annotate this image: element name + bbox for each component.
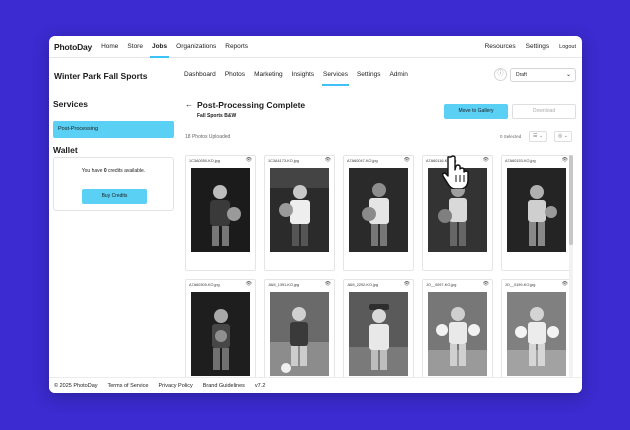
grid-scrollbar[interactable] xyxy=(569,155,573,377)
eye-icon[interactable]: 👁 xyxy=(325,157,331,163)
nav-logout[interactable]: Logout xyxy=(559,44,576,50)
photo-filename: A7A60047-KO.jpg xyxy=(347,159,378,163)
tab-admin[interactable]: Admin xyxy=(389,71,407,78)
photo-thumbnail xyxy=(507,168,566,252)
eye-icon[interactable]: 👁 xyxy=(246,281,252,287)
app-window: PhotoDay Home Store Jobs Organizations R… xyxy=(49,36,582,393)
eye-icon[interactable]: 👁 xyxy=(483,281,489,287)
photo-thumbnail xyxy=(507,292,566,376)
move-to-gallery-button[interactable]: Move to Gallery xyxy=(444,104,508,119)
top-navigation: PhotoDay Home Store Jobs Organizations R… xyxy=(49,36,582,58)
sidebar-item-post-processing[interactable]: Post-Processing xyxy=(53,121,174,138)
photoday-logo[interactable]: PhotoDay xyxy=(54,42,92,52)
photo-thumbnail xyxy=(191,292,250,376)
footer-link-brand[interactable]: Brand Guidelines xyxy=(203,383,245,389)
photo-filename: JAM_1391-KO.jpg xyxy=(268,283,300,287)
photo-filename: 1C3A0050-KO.jpg xyxy=(189,159,220,163)
hand-pointer-icon xyxy=(442,155,469,189)
buy-credits-button[interactable]: Buy Credits xyxy=(82,189,147,204)
sort-button[interactable]: ☰ ⌄ xyxy=(529,131,547,142)
wallet-card: You have 0 credits available. Buy Credit… xyxy=(53,157,174,211)
tab-photos[interactable]: Photos xyxy=(225,71,245,78)
info-icon[interactable]: ⓘ xyxy=(494,68,507,81)
tab-marketing[interactable]: Marketing xyxy=(254,71,283,78)
footer: © 2025 PhotoDay Terms of Service Privacy… xyxy=(49,377,582,393)
photo-thumbnail xyxy=(191,168,250,252)
photo-card[interactable]: JO__0199-KO.jpg 👁 xyxy=(501,279,569,377)
photo-thumbnail xyxy=(428,292,487,376)
photo-card[interactable]: A7A60047-KO.jpg 👁 xyxy=(343,155,414,271)
right-nav: Resources Settings Logout xyxy=(475,43,576,50)
nav-home[interactable]: Home xyxy=(101,43,118,50)
footer-link-privacy[interactable]: Privacy Policy xyxy=(158,383,192,389)
view-options-button[interactable]: ◎ ⌄ xyxy=(554,131,572,142)
eye-icon[interactable]: 👁 xyxy=(562,157,568,163)
photo-card[interactable]: JO__0097-KO.jpg 👁 xyxy=(422,279,493,377)
tab-services[interactable]: Services xyxy=(322,71,349,86)
photo-card[interactable]: JAM_1391-KO.jpg 👁 xyxy=(264,279,335,377)
tab-dashboard[interactable]: Dashboard xyxy=(184,71,216,78)
photo-thumbnail xyxy=(270,168,329,252)
nav-reports[interactable]: Reports xyxy=(225,43,248,50)
photo-count: 18 Photos Uploaded xyxy=(185,134,231,140)
photo-thumbnail xyxy=(349,292,408,376)
photo-card[interactable]: 1C3A0050-KO.jpg 👁 xyxy=(185,155,256,271)
selected-count: 0 Selected xyxy=(500,134,522,139)
photo-grid: 1C3A0050-KO.jpg 👁 1C3A4173-KO.jpg 👁 A7A6… xyxy=(185,155,569,377)
filter-icon: ◎ ⌄ xyxy=(558,133,568,139)
back-arrow-icon[interactable]: ← xyxy=(185,100,193,109)
sort-icon: ☰ ⌄ xyxy=(532,133,544,139)
job-title: Winter Park Fall Sports xyxy=(54,71,148,81)
footer-copyright: © 2025 PhotoDay xyxy=(54,382,98,389)
nav-organizations[interactable]: Organizations xyxy=(176,43,216,50)
eye-icon[interactable]: 👁 xyxy=(404,157,410,163)
page-title: Post-Processing Complete xyxy=(197,100,306,110)
photo-card[interactable]: JAM_2292-KO.jpg 👁 xyxy=(343,279,414,377)
sidebar-title: Services xyxy=(53,99,88,109)
eye-icon[interactable]: 👁 xyxy=(483,157,489,163)
eye-icon[interactable]: 👁 xyxy=(246,157,252,163)
nav-store[interactable]: Store xyxy=(127,43,143,50)
eye-icon[interactable]: 👁 xyxy=(404,281,410,287)
photo-filename: A7A60309-KO.jpg xyxy=(189,283,220,287)
photo-filename: A7A60153-KO.jpg xyxy=(505,159,536,163)
wallet-title: Wallet xyxy=(53,145,78,155)
nav-resources[interactable]: Resources xyxy=(485,43,516,50)
scrollbar-thumb[interactable] xyxy=(569,155,573,245)
chevron-down-icon: ⌄ xyxy=(565,72,571,78)
tab-insights[interactable]: Insights xyxy=(292,71,314,78)
tab-settings[interactable]: Settings xyxy=(357,71,381,78)
photo-filename: 1C3A4173-KO.jpg xyxy=(268,159,299,163)
main-nav: Home Store Jobs Organizations Reports xyxy=(101,43,257,58)
photo-filename: JAM_2292-KO.jpg xyxy=(347,283,379,287)
nav-jobs[interactable]: Jobs xyxy=(149,43,170,58)
status-value: Draft xyxy=(516,72,527,78)
photo-card[interactable]: A7A60153-KO.jpg 👁 xyxy=(501,155,569,271)
status-select[interactable]: Draft ⌄ xyxy=(510,68,576,82)
wallet-credits-text: You have 0 credits available. xyxy=(81,168,146,174)
job-tabs: Dashboard Photos Marketing Insights Serv… xyxy=(184,71,417,86)
footer-link-terms[interactable]: Terms of Service xyxy=(108,383,149,389)
photo-thumbnail xyxy=(349,168,408,252)
photo-card[interactable]: 1C3A4173-KO.jpg 👁 xyxy=(264,155,335,271)
page-subtitle: Fall Sports B&W xyxy=(197,113,237,119)
nav-settings[interactable]: Settings xyxy=(526,43,550,50)
photo-thumbnail xyxy=(270,292,329,376)
photo-card[interactable]: A7A60309-KO.jpg 👁 xyxy=(185,279,256,377)
footer-version: v7.2 xyxy=(254,382,266,389)
eye-icon[interactable]: 👁 xyxy=(562,281,568,287)
photo-filename: JO__0199-KO.jpg xyxy=(505,283,536,287)
photo-filename: JO__0097-KO.jpg xyxy=(426,283,457,287)
download-button[interactable]: Download xyxy=(512,104,576,119)
eye-icon[interactable]: 👁 xyxy=(325,281,331,287)
